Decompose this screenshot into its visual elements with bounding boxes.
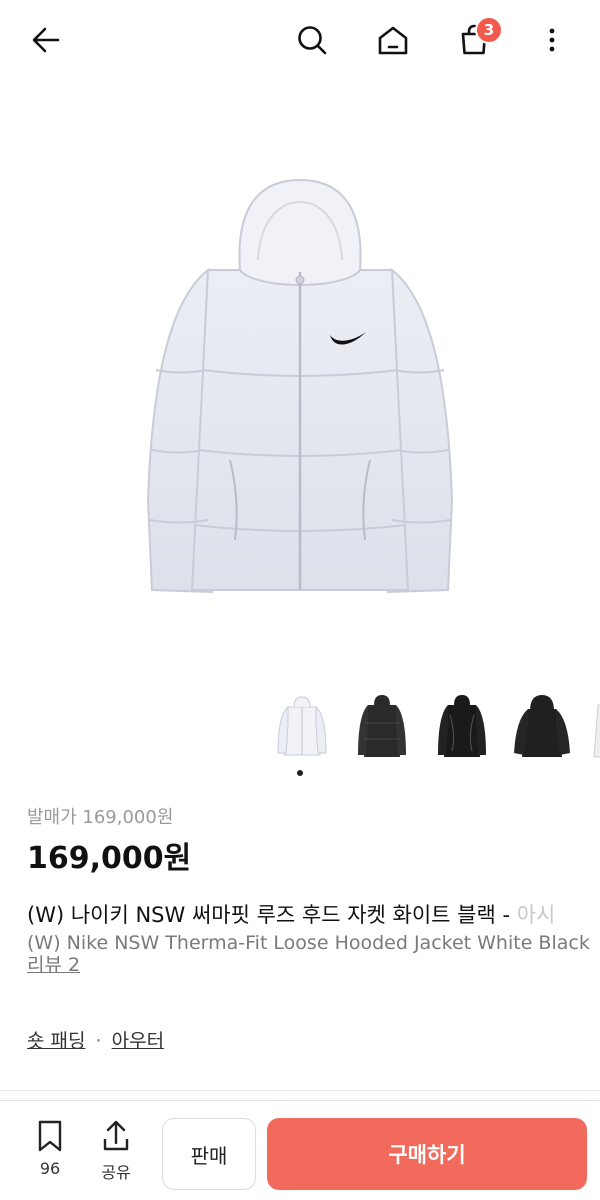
home-icon[interactable] [369,16,417,64]
share-button[interactable]: 공유 [90,1119,142,1189]
thumbnail-black-hooded-jacket[interactable] [510,695,574,763]
thumbnail-black-gloss-jacket[interactable] [430,695,494,763]
buy-button[interactable]: 구매하기 [267,1118,587,1190]
bookmark-button[interactable]: 96 [24,1119,76,1189]
bookmark-count: 96 [39,1159,61,1178]
share-icon [103,1120,129,1151]
release-price: 발매가 169,000원 [27,807,174,828]
product-price: 169,000원 [27,841,192,876]
top-bar: 3 [0,0,600,80]
thumbnail-white-jacket[interactable] [270,695,334,763]
review-link[interactable]: 리뷰 2 [27,950,80,977]
category-link-outer[interactable]: 아우터 [112,1030,164,1052]
thumbnail-black-matte-jacket[interactable] [350,695,414,763]
category-separator: · [95,1030,102,1052]
cart-count-badge: 3 [475,16,503,44]
thumbnail-white-jacket-alt[interactable] [580,695,600,763]
product-title-korean-text: (W) 나이키 NSW 써마핏 루즈 후드 자켓 화이트 블랙 - [27,903,517,927]
thumbnail-indicator-dot [297,770,303,776]
product-title-korean: (W) 나이키 NSW 써마핏 루즈 후드 자켓 화이트 블랙 - 아시 [27,899,600,929]
product-image[interactable] [0,80,600,680]
category-link-short-padding[interactable]: 숏 패딩 [27,1030,85,1052]
bottom-action-bar: 96 공유 판매 구매하기 [0,1100,600,1200]
thumbnail-strip [270,695,600,775]
share-label: 공유 [101,1163,131,1182]
divider [0,1090,600,1091]
back-arrow-icon[interactable] [22,16,70,64]
bookmark-icon [38,1120,62,1152]
sell-button[interactable]: 판매 [162,1118,256,1190]
product-title-english: (W) Nike NSW Therma-Fit Loose Hooded Jac… [27,932,590,954]
category-breadcrumb: 숏 패딩 · 아우터 [27,1026,164,1053]
more-options-icon[interactable] [528,16,576,64]
search-icon[interactable] [288,16,336,64]
product-title-korean-overflow: 아시 [516,903,556,927]
